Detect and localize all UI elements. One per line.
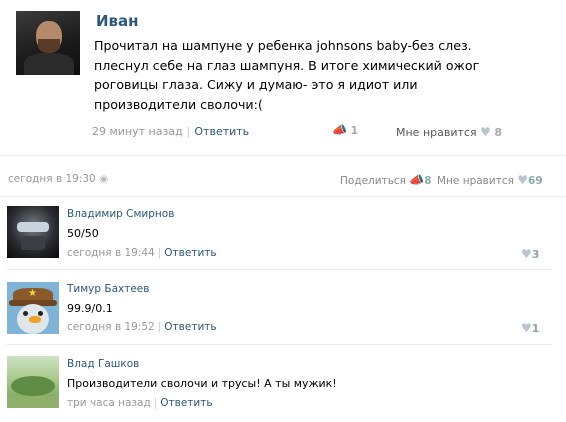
comment-author[interactable]: Тимур Бахтеев <box>67 283 149 295</box>
comment-text: 50/50 <box>67 227 99 240</box>
post-text-line: Прочитал на шампуне у ребенка johnsons b… <box>94 38 472 53</box>
bar-share-button[interactable]: Поделиться 📣8 <box>340 173 432 187</box>
bar-date-text: сегодня в 19:30 <box>8 173 96 185</box>
post-time[interactable]: 29 минут назад <box>92 125 183 138</box>
post-author-avatar[interactable] <box>16 11 80 75</box>
bar-share-label: Поделиться <box>340 175 406 187</box>
comment-author[interactable]: Влад Гашков <box>67 358 139 370</box>
divider <box>0 155 566 156</box>
heart-icon: ♥ <box>480 125 491 139</box>
comment-text: 99.9/0.1 <box>67 302 113 315</box>
divider <box>7 344 552 345</box>
post-reply-link[interactable]: Ответить <box>194 125 249 138</box>
post-author-name[interactable]: Иван <box>96 12 139 30</box>
post-like-count: 8 <box>494 126 502 139</box>
heart-icon: ♥ <box>521 247 532 261</box>
heart-icon: ♥ <box>517 173 529 187</box>
bar-like-button[interactable]: Мне нравится ♥69 <box>437 173 543 187</box>
comment-time[interactable]: сегодня в 19:44 <box>67 247 155 259</box>
comment-meta: сегодня в 19:44 | Ответить <box>67 247 217 259</box>
comment-like-count: 3 <box>531 248 540 261</box>
bar-like-label: Мне нравится <box>437 175 514 187</box>
megaphone-icon: 📣 <box>409 173 425 187</box>
post-text: Прочитал на шампуне у ребенка johnsons b… <box>94 36 494 114</box>
bar-date[interactable]: сегодня в 19:30 ◉ <box>8 173 108 185</box>
divider <box>0 196 566 197</box>
post-meta: 29 минут назад | Ответить <box>92 125 249 138</box>
post-like-button[interactable]: Мне нравится ♥ 8 <box>396 125 502 139</box>
separator: | <box>153 397 158 409</box>
comment-avatar[interactable]: ★ <box>7 282 59 334</box>
separator: | <box>157 321 162 333</box>
comment-reply-link[interactable]: Ответить <box>160 397 212 409</box>
comment-avatar[interactable] <box>7 356 59 408</box>
comment-time[interactable]: сегодня в 19:52 <box>67 321 155 333</box>
post-text-line: роговицы глаза. Сижу и думаю- это я идио… <box>94 77 418 92</box>
megaphone-icon: 📣 <box>332 123 347 137</box>
comment-reply-link[interactable]: Ответить <box>164 247 216 259</box>
comment-text: Производители сволочи и трусы! А ты мужи… <box>67 377 337 390</box>
separator: | <box>157 247 162 259</box>
post-text-line: производители сволочи:( <box>94 96 263 112</box>
post-share-button[interactable]: 📣 1 <box>332 123 358 137</box>
separator: | <box>186 125 191 138</box>
comment-reply-link[interactable]: Ответить <box>164 321 216 333</box>
comment-avatar[interactable] <box>7 206 59 258</box>
comment-like-count: 1 <box>531 322 540 335</box>
comment-like-button[interactable]: ♥1 <box>521 321 539 335</box>
heart-icon: ♥ <box>521 321 532 335</box>
comment-meta: сегодня в 19:52 | Ответить <box>67 321 217 333</box>
comment-like-button[interactable]: ♥3 <box>521 247 539 261</box>
divider <box>7 269 552 270</box>
comment-author[interactable]: Владимир Смирнов <box>67 208 174 220</box>
post-text-line: плеснул себе на глаз шампуня. В итоге хи… <box>94 57 480 73</box>
post-share-count: 1 <box>350 124 359 137</box>
bar-like-count: 69 <box>528 175 543 187</box>
bar-share-count: 8 <box>424 175 432 187</box>
camera-icon: ◉ <box>99 173 109 185</box>
comment-time[interactable]: три часа назад <box>67 397 151 409</box>
post-like-label: Мне нравится <box>396 126 477 139</box>
comment-meta: три часа назад | Ответить <box>67 397 213 409</box>
